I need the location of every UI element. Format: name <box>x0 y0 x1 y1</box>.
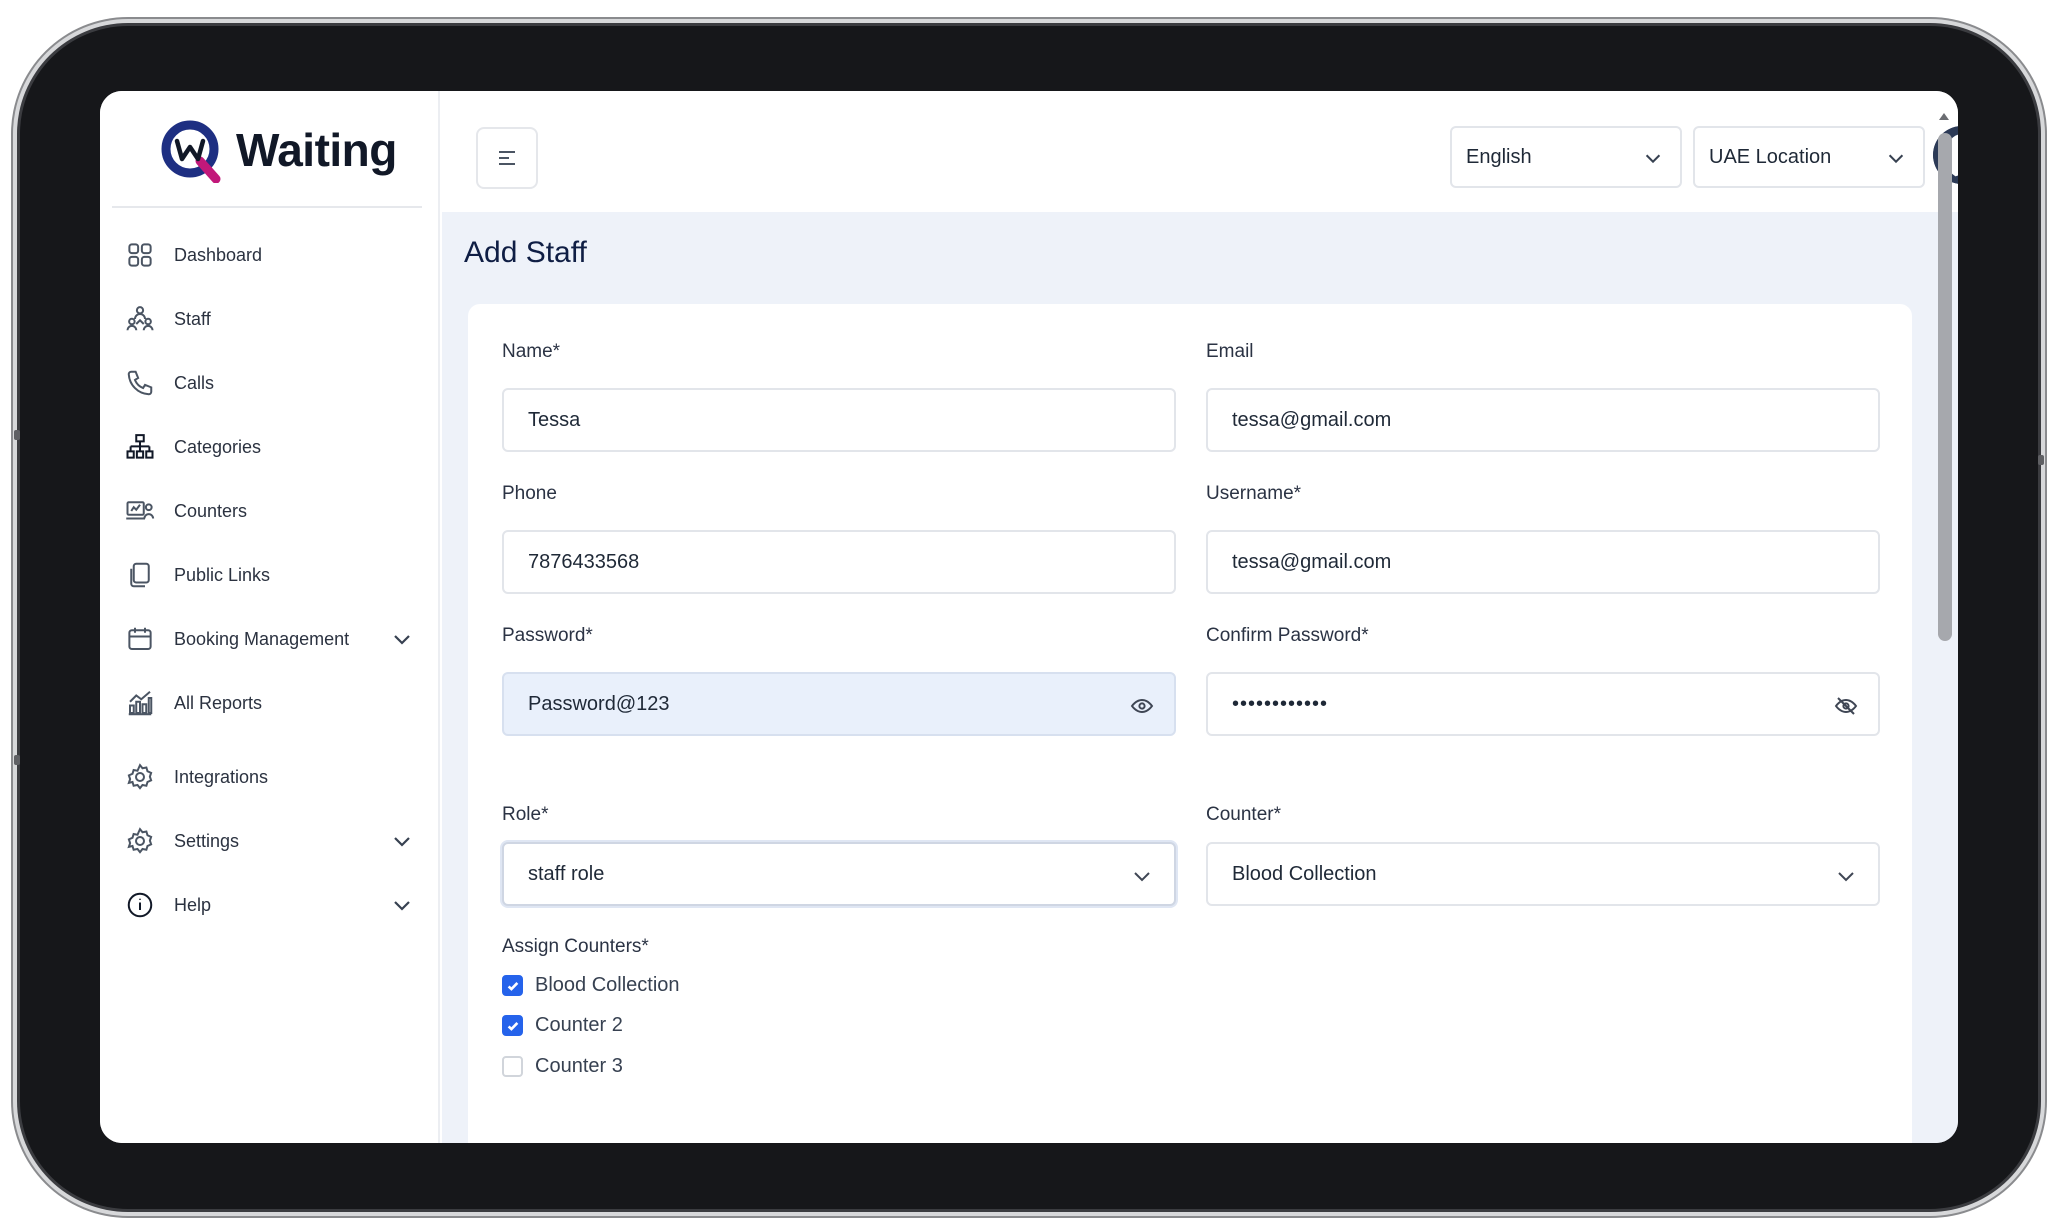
username-field[interactable]: tessa@gmail.com <box>1206 530 1880 594</box>
dashboard-icon <box>124 239 156 271</box>
sidebar-item-counters[interactable]: Counters <box>124 489 414 533</box>
password-label: Password* <box>502 625 593 646</box>
logo-mark-icon <box>161 120 221 183</box>
assign-counters-label: Assign Counters* <box>502 936 649 957</box>
assign-counter-option[interactable]: Blood Collection <box>502 974 680 997</box>
counter-label: Counter* <box>1206 804 1281 825</box>
scroll-up-arrow-icon[interactable] <box>1939 113 1949 120</box>
settings-icon <box>124 825 156 857</box>
checkmark-icon <box>507 981 518 991</box>
chevron-down-icon <box>390 829 414 853</box>
app-screen: Waiting Dashboard Staff Calls Categories… <box>100 91 1958 1143</box>
integrations-icon <box>124 761 156 793</box>
top-header: English UAE Location <box>440 91 1958 212</box>
sidebar-item-all-reports[interactable]: All Reports <box>124 681 414 725</box>
chevron-down-icon <box>390 627 414 651</box>
sidebar-item-label: Public Links <box>174 564 271 585</box>
counters-icon <box>124 495 156 527</box>
chevron-down-icon <box>1130 864 1154 888</box>
add-staff-form: Name* Tessa Email tessa@gmail.com Phone … <box>468 304 1912 1143</box>
sidebar-item-label: Help <box>174 894 212 915</box>
chevron-down-icon <box>390 893 414 917</box>
help-icon <box>124 889 156 921</box>
page-title: Add Staff <box>464 236 587 269</box>
calendar-icon <box>124 623 156 655</box>
confirm-password-value: •••••••••••• <box>1232 692 1329 715</box>
phone-icon <box>124 367 156 399</box>
password-value: Password@123 <box>528 692 670 715</box>
hamburger-menu-icon <box>499 151 515 165</box>
sidebar-item-label: Staff <box>174 308 211 329</box>
page-scrollbar[interactable] <box>1938 133 1952 641</box>
location-select-value: UAE Location <box>1709 145 1832 168</box>
password-field[interactable]: Password@123 <box>502 672 1176 736</box>
confirm-password-label: Confirm Password* <box>1206 625 1369 646</box>
sidebar-item-integrations[interactable]: Integrations <box>124 755 414 799</box>
sidebar-item-label: Integrations <box>174 766 269 787</box>
checkbox-checked[interactable] <box>502 1015 523 1036</box>
tablet-side-button <box>14 755 20 765</box>
sidebar-item-public-links[interactable]: Public Links <box>124 553 414 597</box>
chevron-down-icon <box>1642 147 1664 169</box>
role-label: Role* <box>502 804 549 825</box>
sidebar-item-label: All Reports <box>174 692 263 713</box>
brand-logo: Waiting <box>112 91 422 208</box>
sidebar-item-label: Dashboard <box>174 244 263 265</box>
checkmark-icon <box>507 1021 518 1031</box>
eye-icon[interactable] <box>1130 694 1154 718</box>
eye-off-icon[interactable] <box>1834 694 1858 718</box>
checkbox-checked[interactable] <box>502 975 523 996</box>
categories-icon <box>124 431 156 463</box>
screenshot-stage: Waiting Dashboard Staff Calls Categories… <box>0 0 2048 1229</box>
chevron-down-icon <box>1834 864 1858 888</box>
counter-select[interactable]: Blood Collection <box>1206 842 1880 906</box>
sidebar-item-calls[interactable]: Calls <box>124 361 414 405</box>
sidebar-item-label: Booking Management <box>174 628 350 649</box>
staff-icon <box>124 303 156 335</box>
sidebar-item-booking-management[interactable]: Booking Management <box>124 617 414 661</box>
sidebar-item-help[interactable]: Help <box>124 883 414 927</box>
sidebar-item-dashboard[interactable]: Dashboard <box>124 233 414 277</box>
sidebar: Waiting Dashboard Staff Calls Categories… <box>100 91 440 1143</box>
main-content: Add Staff Name* Tessa Email tessa@gmail.… <box>442 212 1958 1143</box>
sidebar-item-label: Counters <box>174 500 248 521</box>
role-select-value: staff role <box>528 862 605 885</box>
tablet-side-button <box>2038 455 2044 465</box>
role-select[interactable]: staff role <box>502 842 1176 906</box>
reports-icon <box>124 687 156 719</box>
chevron-down-icon <box>1885 147 1907 169</box>
phone-field[interactable]: 7876433568 <box>502 530 1176 594</box>
phone-label: Phone <box>502 483 557 504</box>
language-select[interactable]: English <box>1450 126 1682 188</box>
assign-counter-option[interactable]: Counter 3 <box>502 1055 623 1078</box>
name-label: Name* <box>502 341 561 362</box>
sidebar-item-staff[interactable]: Staff <box>124 297 414 341</box>
public-links-icon <box>124 559 156 591</box>
sidebar-item-label: Calls <box>174 372 215 393</box>
location-select[interactable]: UAE Location <box>1693 126 1925 188</box>
counter-select-value: Blood Collection <box>1232 862 1377 885</box>
checkbox-unchecked[interactable] <box>502 1056 523 1077</box>
menu-toggle-button[interactable] <box>476 127 538 189</box>
brand-name: Waiting <box>236 124 397 176</box>
name-field[interactable]: Tessa <box>502 388 1176 452</box>
email-label: Email <box>1206 341 1254 362</box>
language-select-value: English <box>1466 145 1532 168</box>
sidebar-item-label: Categories <box>174 436 262 457</box>
email-field[interactable]: tessa@gmail.com <box>1206 388 1880 452</box>
assign-counter-option[interactable]: Counter 2 <box>502 1014 623 1037</box>
sidebar-item-label: Settings <box>174 830 240 851</box>
sidebar-item-categories[interactable]: Categories <box>124 425 414 469</box>
sidebar-item-settings[interactable]: Settings <box>124 819 414 863</box>
checkbox-label: Counter 3 <box>535 1055 623 1077</box>
tablet-side-button <box>14 430 20 440</box>
checkbox-label: Counter 2 <box>535 1014 623 1036</box>
username-label: Username* <box>1206 483 1302 504</box>
confirm-password-field[interactable]: •••••••••••• <box>1206 672 1880 736</box>
checkbox-label: Blood Collection <box>535 974 680 996</box>
